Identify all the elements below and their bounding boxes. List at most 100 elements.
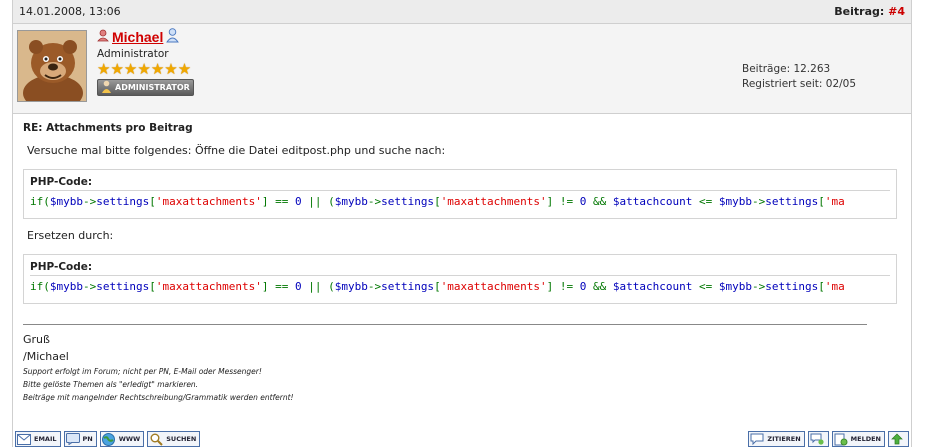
search-button[interactable]: SUCHEN xyxy=(147,431,201,447)
post-action-buttons: ZITIEREN MELDEN xyxy=(748,431,909,447)
code-token: || ( xyxy=(308,280,335,293)
code-token: [ xyxy=(149,195,156,208)
code-token: 0 xyxy=(579,280,594,293)
www-button[interactable]: WWW xyxy=(99,431,145,447)
code-token: $mybb xyxy=(334,195,368,208)
username-row: Michael xyxy=(97,28,194,46)
code-token: && xyxy=(593,195,613,208)
post-number-link[interactable]: #4 xyxy=(888,5,905,18)
star-icon: ★ xyxy=(97,60,111,78)
signature-line-1: Support erfolgt im Forum; nicht per PN, … xyxy=(23,367,262,376)
code-token: 'ma xyxy=(824,195,845,208)
star-icon: ★ xyxy=(137,60,151,78)
code-token: $mybb xyxy=(334,280,368,293)
code-block-title: PHP-Code: xyxy=(30,176,890,191)
code-token: settings xyxy=(381,195,435,208)
code-token: [ xyxy=(818,195,825,208)
code-line: if($mybb->settings['maxattachments'] == … xyxy=(30,195,890,208)
code-token: 'maxattachments' xyxy=(440,280,547,293)
pm-button[interactable]: PN xyxy=(63,431,97,447)
envelope-icon xyxy=(16,432,32,446)
code-block-1: PHP-Code: if($mybb->settings['maxattachm… xyxy=(23,169,897,219)
code-token: $mybb xyxy=(49,195,83,208)
code-token: || ( xyxy=(308,195,335,208)
code-token: 'ma xyxy=(824,280,845,293)
code-token: -> xyxy=(752,195,766,208)
quote-icon xyxy=(749,432,765,446)
code-token: <= xyxy=(699,280,719,293)
code-token: -> xyxy=(367,195,382,208)
scroll-top-button[interactable] xyxy=(888,431,909,447)
pm-button-label: PN xyxy=(82,435,93,443)
signature-line-2: Bitte gelöste Themen als "erledigt" mark… xyxy=(23,380,199,389)
user-status-icon xyxy=(97,29,109,45)
post-subject: RE: Attachments pro Beitrag xyxy=(23,122,193,134)
post-number-wrap: Beitrag: #4 xyxy=(834,5,905,18)
multiquote-icon xyxy=(809,432,825,446)
code-token: settings xyxy=(765,280,819,293)
code-token: -> xyxy=(367,280,382,293)
multiquote-button[interactable] xyxy=(807,431,829,447)
code-token: -> xyxy=(83,280,97,293)
admin-person-icon xyxy=(101,80,112,95)
post-header: 14.01.2008, 13:06 Beitrag: #4 xyxy=(13,0,911,24)
code-token: 'maxattachments' xyxy=(155,195,262,208)
signature-name: /Michael xyxy=(23,350,69,363)
message-icon xyxy=(65,432,81,446)
report-button[interactable]: MELDEN xyxy=(831,431,885,447)
code-token: $attachcount xyxy=(612,280,699,293)
report-icon xyxy=(833,432,849,446)
star-icon: ★ xyxy=(123,60,138,78)
code-token: ] == xyxy=(261,195,295,208)
search-button-label: SUCHEN xyxy=(166,435,197,443)
username-link[interactable]: Michael xyxy=(112,29,163,45)
user-stars: ★ ★ ★ ★ ★ ★ ★ xyxy=(97,62,194,77)
star-icon: ★ xyxy=(110,60,124,78)
user-post-count: Beiträge: 12.263 xyxy=(742,63,831,75)
user-title: Administrator xyxy=(97,48,169,60)
post-intro-text: Versuche mal bitte folgendes: Öffne die … xyxy=(27,144,446,157)
admin-badge: ADMINISTRATOR xyxy=(97,79,194,96)
avatar[interactable] xyxy=(17,30,87,102)
code-token: 'maxattachments' xyxy=(155,280,262,293)
www-button-label: WWW xyxy=(118,435,141,443)
arrow-up-icon xyxy=(889,432,905,446)
code-block-title: PHP-Code: xyxy=(30,261,890,276)
code-token: 0 xyxy=(294,280,309,293)
signature-line-3: Beiträge mit mangelnder Rechtschreibung/… xyxy=(23,393,294,402)
code-token: if( xyxy=(30,195,50,208)
email-button[interactable]: EMAIL xyxy=(15,431,61,447)
user-stats: Beiträge: 12.263 Registriert seit: 02/05 xyxy=(742,62,856,92)
code-token: $attachcount xyxy=(612,195,699,208)
replace-text: Ersetzen durch: xyxy=(27,229,114,242)
star-icon: ★ xyxy=(164,60,178,78)
code-token: 'maxattachments' xyxy=(440,195,547,208)
post-footer: EMAIL PN WWW SUCHEN ZITIEREN MELDEN xyxy=(13,429,911,447)
code-token: [ xyxy=(149,280,156,293)
code-token: settings xyxy=(96,280,150,293)
user-registered: Registriert seit: 02/05 xyxy=(742,78,857,90)
code-token: settings xyxy=(96,195,150,208)
post-container: 14.01.2008, 13:06 Beitrag: #4 Michael Ad… xyxy=(12,0,912,447)
admin-badge-label: ADMINISTRATOR xyxy=(115,83,190,92)
code-token: [ xyxy=(818,280,825,293)
code-line: if($mybb->settings['maxattachments'] == … xyxy=(30,280,890,293)
code-token: $mybb xyxy=(718,280,752,293)
code-token: -> xyxy=(83,195,97,208)
signature-greeting: Gruß xyxy=(23,333,50,346)
code-token: settings xyxy=(381,280,435,293)
code-block-2: PHP-Code: if($mybb->settings['maxattachm… xyxy=(23,254,897,304)
quote-button[interactable]: ZITIEREN xyxy=(748,431,805,447)
star-icon: ★ xyxy=(177,60,192,78)
globe-icon xyxy=(101,432,117,446)
author-buttons: EMAIL PN WWW SUCHEN xyxy=(15,431,201,447)
post-number-label: Beitrag: xyxy=(834,5,885,18)
post-date: 14.01.2008, 13:06 xyxy=(19,5,121,18)
code-token: ] != xyxy=(546,195,580,208)
email-button-label: EMAIL xyxy=(34,435,57,443)
user-block: Michael Administrator ★ ★ ★ ★ ★ ★ ★ ADMI… xyxy=(97,28,194,96)
code-token: <= xyxy=(699,195,719,208)
code-token: ] == xyxy=(261,280,295,293)
post-body: RE: Attachments pro Beitrag Versuche mal… xyxy=(13,114,911,412)
star-icon: ★ xyxy=(150,60,165,78)
